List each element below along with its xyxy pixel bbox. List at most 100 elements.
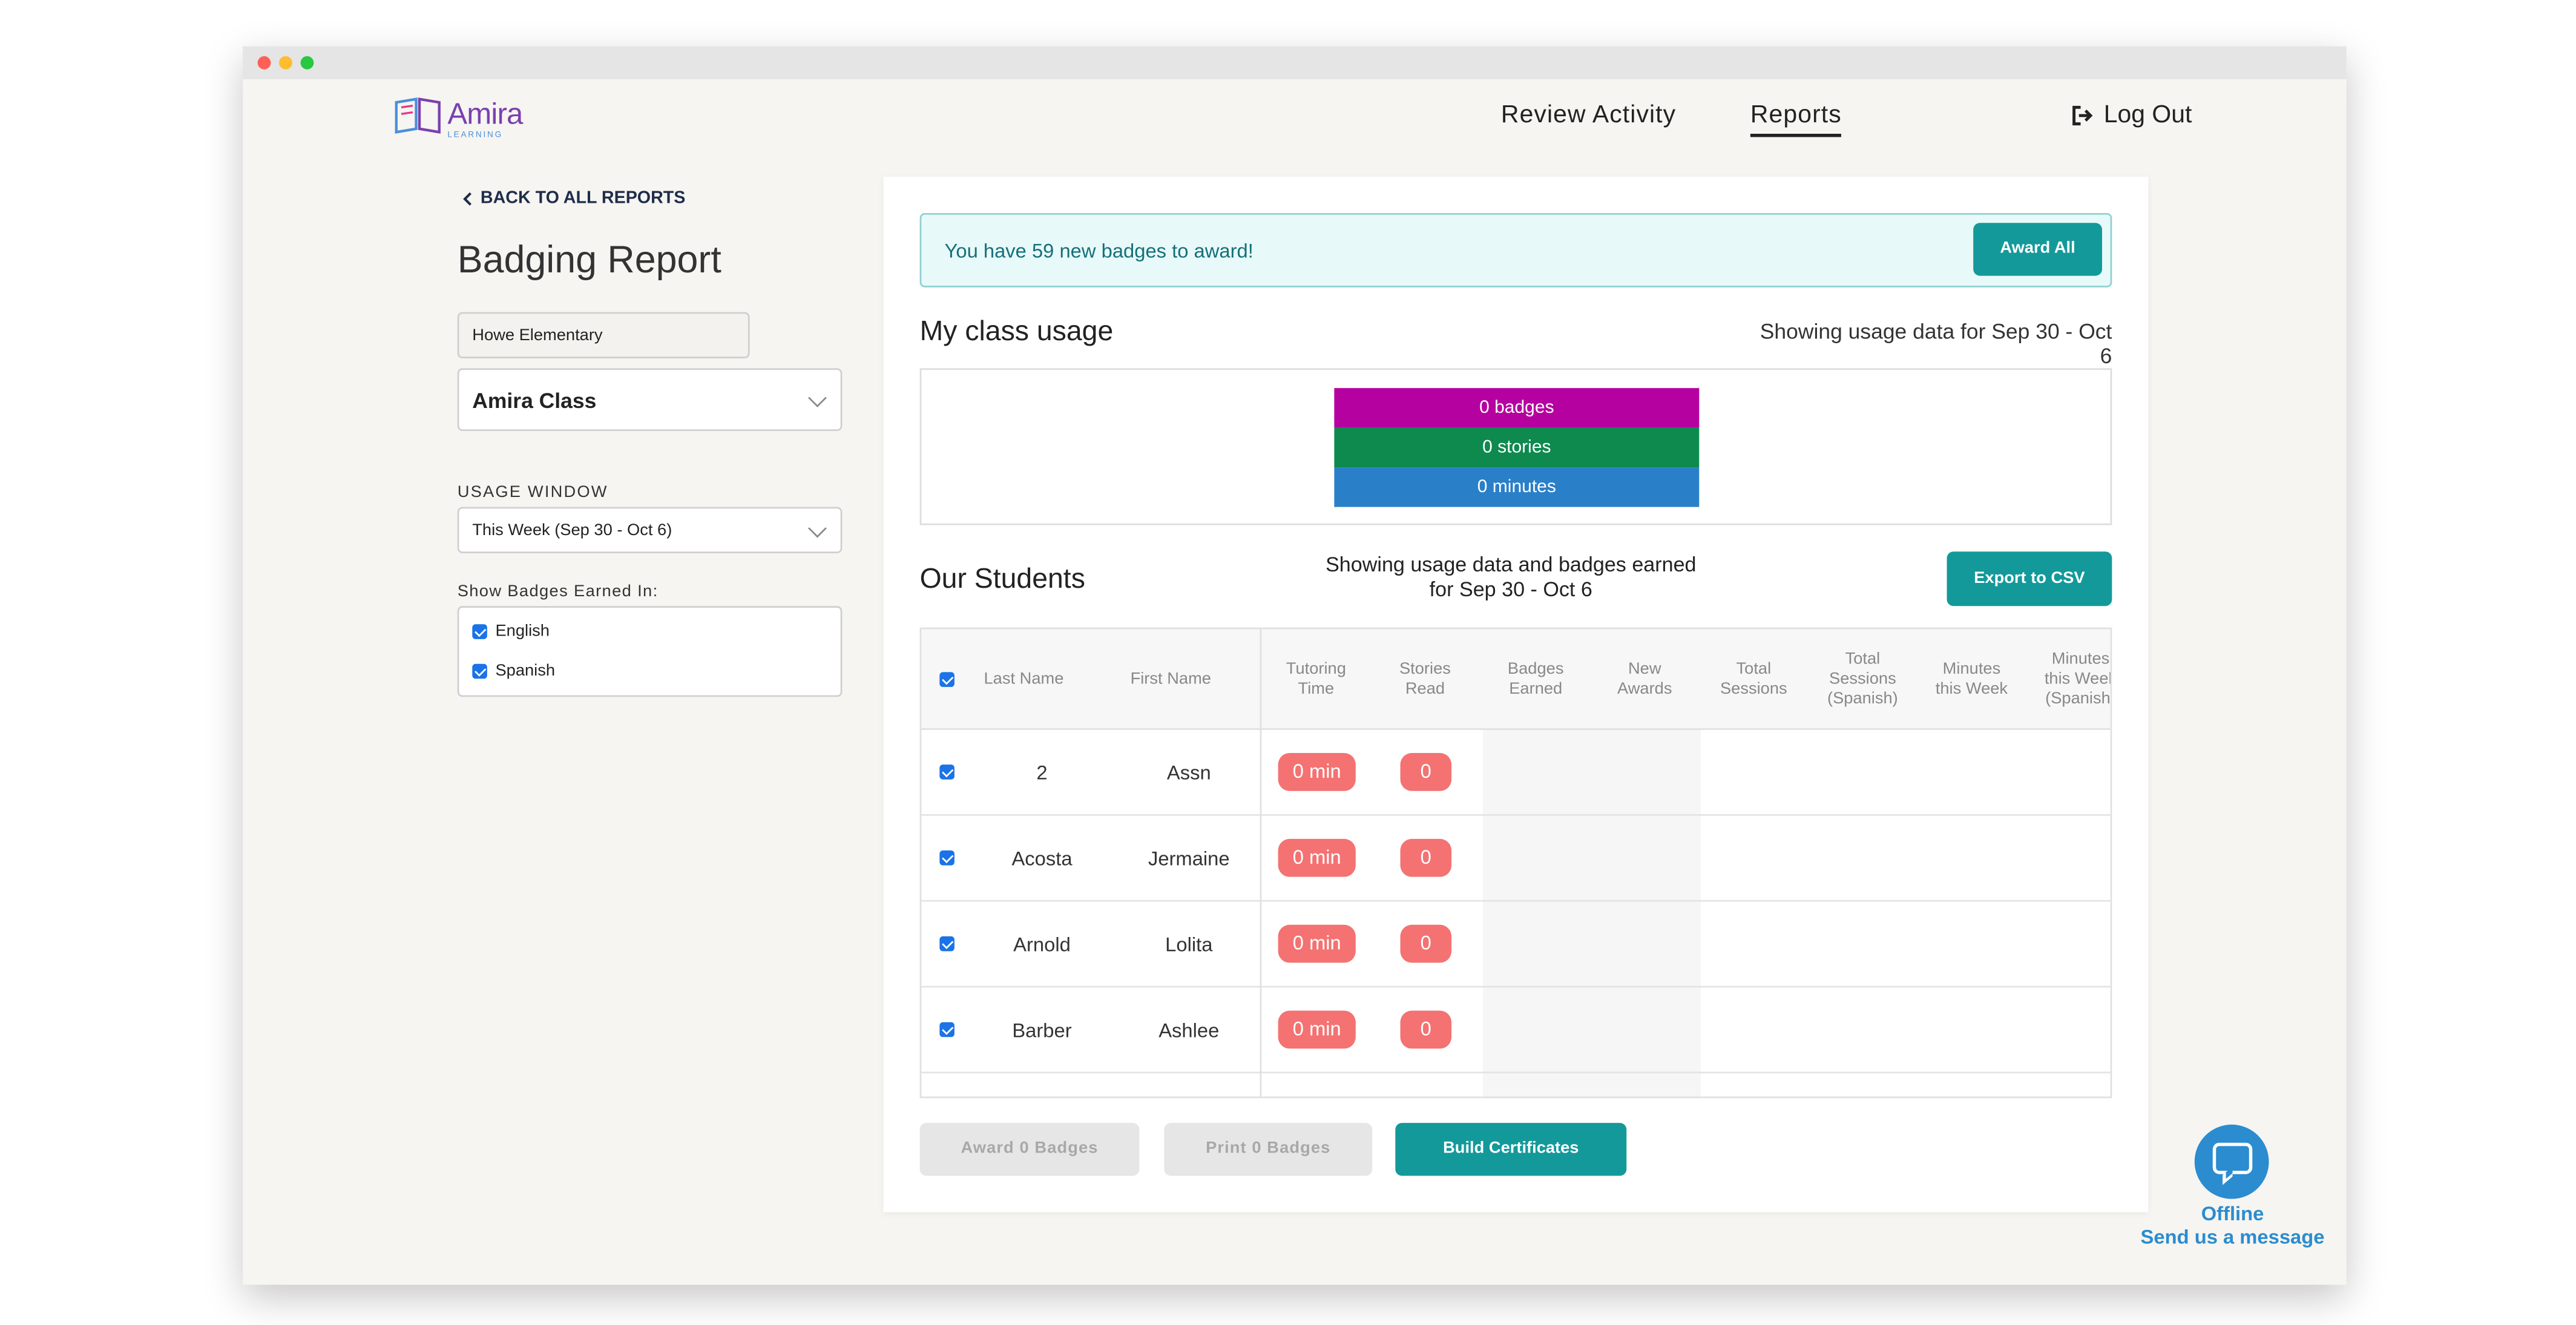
tutoring-time-pill: 0 min — [1278, 924, 1356, 963]
header-stories-read[interactable]: Stories Read — [1370, 660, 1479, 700]
close-window-icon[interactable] — [257, 56, 271, 70]
nav-review-activity[interactable]: Review Activity — [1501, 100, 1676, 128]
table-row[interactable]: 2 Assn 0 min 0 — [921, 730, 2111, 816]
cell-first-name: Jermaine — [1148, 847, 1230, 870]
students-table: Last Name First Name Tutoring Time Stori… — [919, 627, 2112, 1099]
cell-last-name: Barber — [1012, 1019, 1072, 1042]
header-total-sessions[interactable]: Total Sessions — [1699, 660, 1808, 700]
table-row[interactable]: Acosta Jermaine 0 min 0 — [921, 816, 2111, 902]
cell-first-name: Lolita — [1165, 933, 1213, 956]
row-checkbox[interactable] — [939, 936, 954, 952]
language-option-spanish[interactable]: Spanish — [472, 662, 555, 680]
logo-subtext: LEARNING — [447, 130, 503, 140]
usage-summary: 0 badges 0 stories 0 minutes — [919, 368, 2112, 525]
back-to-reports-link[interactable]: BACK TO ALL REPORTS — [462, 188, 685, 208]
checkbox-icon[interactable] — [472, 624, 487, 639]
students-note-line2: for Sep 30 - Oct 6 — [1429, 577, 1592, 602]
chevron-down-icon — [808, 389, 827, 407]
row-checkbox[interactable] — [939, 850, 954, 866]
stories-read-pill — [1401, 1097, 1452, 1099]
row-checkbox[interactable] — [939, 1022, 954, 1037]
chat-button[interactable] — [2194, 1124, 2269, 1199]
logo-text: Amira — [447, 97, 523, 131]
row-checkbox[interactable] — [939, 764, 954, 780]
header-minutes-week-spanish[interactable]: Minutes this Week (Spanish) — [2026, 651, 2112, 710]
header-minutes-week[interactable]: Minutes this Week — [1917, 660, 2026, 700]
header-last-name[interactable]: Last Name — [971, 671, 1077, 691]
header-line: this Week — [1935, 680, 2008, 699]
header-badges-earned[interactable]: Badges Earned — [1481, 660, 1590, 700]
page-title: Badging Report — [457, 237, 721, 281]
stories-read-pill: 0 — [1400, 753, 1452, 791]
language-filter: English Spanish — [457, 606, 843, 697]
language-label: Spanish — [495, 662, 556, 681]
language-option-english[interactable]: English — [472, 623, 550, 641]
header-line: Awards — [1617, 680, 1672, 699]
export-csv-button[interactable]: Export to CSV — [1947, 551, 2112, 607]
class-select[interactable]: Amira Class — [457, 368, 843, 432]
stories-read-pill: 0 — [1400, 1010, 1452, 1049]
usage-window-select[interactable]: This Week (Sep 30 - Oct 6) — [457, 507, 843, 553]
open-book-icon — [395, 97, 441, 134]
usage-window-value: This Week (Sep 30 - Oct 6) — [472, 522, 672, 541]
header-line: (Spanish) — [2045, 690, 2112, 709]
header-line: Earned — [1509, 680, 1563, 699]
chat-status: Offline — [2201, 1202, 2264, 1226]
tutoring-time-pill — [1278, 1097, 1356, 1099]
amira-logo[interactable]: Amira LEARNING — [393, 96, 542, 140]
table-row[interactable]: Arnold Lolita 0 min 0 — [921, 902, 2111, 988]
cell-first-name: Ashlee — [1158, 1019, 1220, 1042]
tutoring-time-pill: 0 min — [1278, 838, 1356, 877]
usage-date-note: Showing usage data for Sep 30 - Oct 6 — [1760, 318, 2112, 369]
class-select-value: Amira Class — [472, 388, 597, 413]
header-line: Stories — [1399, 660, 1451, 679]
tutoring-time-pill: 0 min — [1278, 753, 1356, 791]
header-first-name[interactable]: First Name — [1116, 671, 1225, 691]
chevron-down-icon — [808, 519, 827, 538]
award-badges-button[interactable]: Award 0 Badges — [919, 1123, 1140, 1176]
award-banner-text: You have 59 new badges to award! — [944, 239, 1254, 263]
header-tutoring-time[interactable]: Tutoring Time — [1261, 660, 1370, 700]
badges-bar: 0 badges — [1334, 388, 1700, 428]
table-row[interactable]: Barber Ashlee 0 min 0 — [921, 987, 2111, 1074]
award-all-button[interactable]: Award All — [1973, 223, 2102, 276]
show-badges-label: Show Badges Earned In: — [457, 583, 659, 602]
minimize-window-icon[interactable] — [279, 56, 292, 70]
nav-reports[interactable]: Reports — [1750, 100, 1842, 137]
stories-bar: 0 stories — [1334, 427, 1700, 468]
header-line: Sessions — [1720, 680, 1787, 699]
logout-button[interactable]: Log Out — [2071, 100, 2192, 129]
window-titlebar — [243, 46, 2347, 79]
header-total-sessions-spanish[interactable]: Total Sessions (Spanish) — [1808, 651, 1917, 710]
checkbox-icon[interactable] — [472, 663, 487, 679]
header-line: (Spanish) — [1827, 690, 1898, 709]
browser-window: Amira LEARNING Review Activity Reports L… — [243, 46, 2347, 1285]
students-title: Our Students — [919, 563, 1085, 595]
build-certificates-button[interactable]: Build Certificates — [1395, 1123, 1627, 1176]
header-line: Tutoring — [1286, 660, 1346, 679]
header-line: Badges — [1507, 660, 1564, 679]
header-line: New — [1628, 660, 1661, 679]
select-all-checkbox[interactable] — [939, 672, 954, 687]
print-badges-button[interactable]: Print 0 Badges — [1164, 1123, 1373, 1176]
header-line: Minutes — [1942, 660, 2001, 679]
class-usage-title: My class usage — [919, 315, 1114, 347]
header-line: Read — [1405, 680, 1445, 699]
cell-last-name: Arnold — [1013, 933, 1071, 956]
header-line: Total — [1845, 650, 1881, 669]
award-banner: You have 59 new badges to award! Award A… — [919, 212, 2112, 288]
minutes-bar: 0 minutes — [1334, 467, 1700, 507]
stories-read-pill: 0 — [1400, 838, 1452, 877]
chat-send-message-link[interactable]: Send us a message — [2117, 1225, 2348, 1248]
header-new-awards[interactable]: New Awards — [1590, 660, 1699, 700]
column-divider — [1260, 629, 1262, 1097]
school-field[interactable]: Howe Elementary — [457, 312, 750, 359]
table-row-partial[interactable] — [921, 1073, 2110, 1099]
report-panel: You have 59 new badges to award! Award A… — [883, 176, 2149, 1212]
cell-last-name: 2 — [1036, 761, 1048, 784]
maximize-window-icon[interactable] — [300, 56, 314, 70]
tutoring-time-pill: 0 min — [1278, 1010, 1356, 1049]
table-header: Last Name First Name Tutoring Time Stori… — [921, 629, 2112, 730]
students-note-line1: Showing usage data and badges earned — [1326, 553, 1697, 577]
header-line: this Week — [2044, 670, 2112, 689]
